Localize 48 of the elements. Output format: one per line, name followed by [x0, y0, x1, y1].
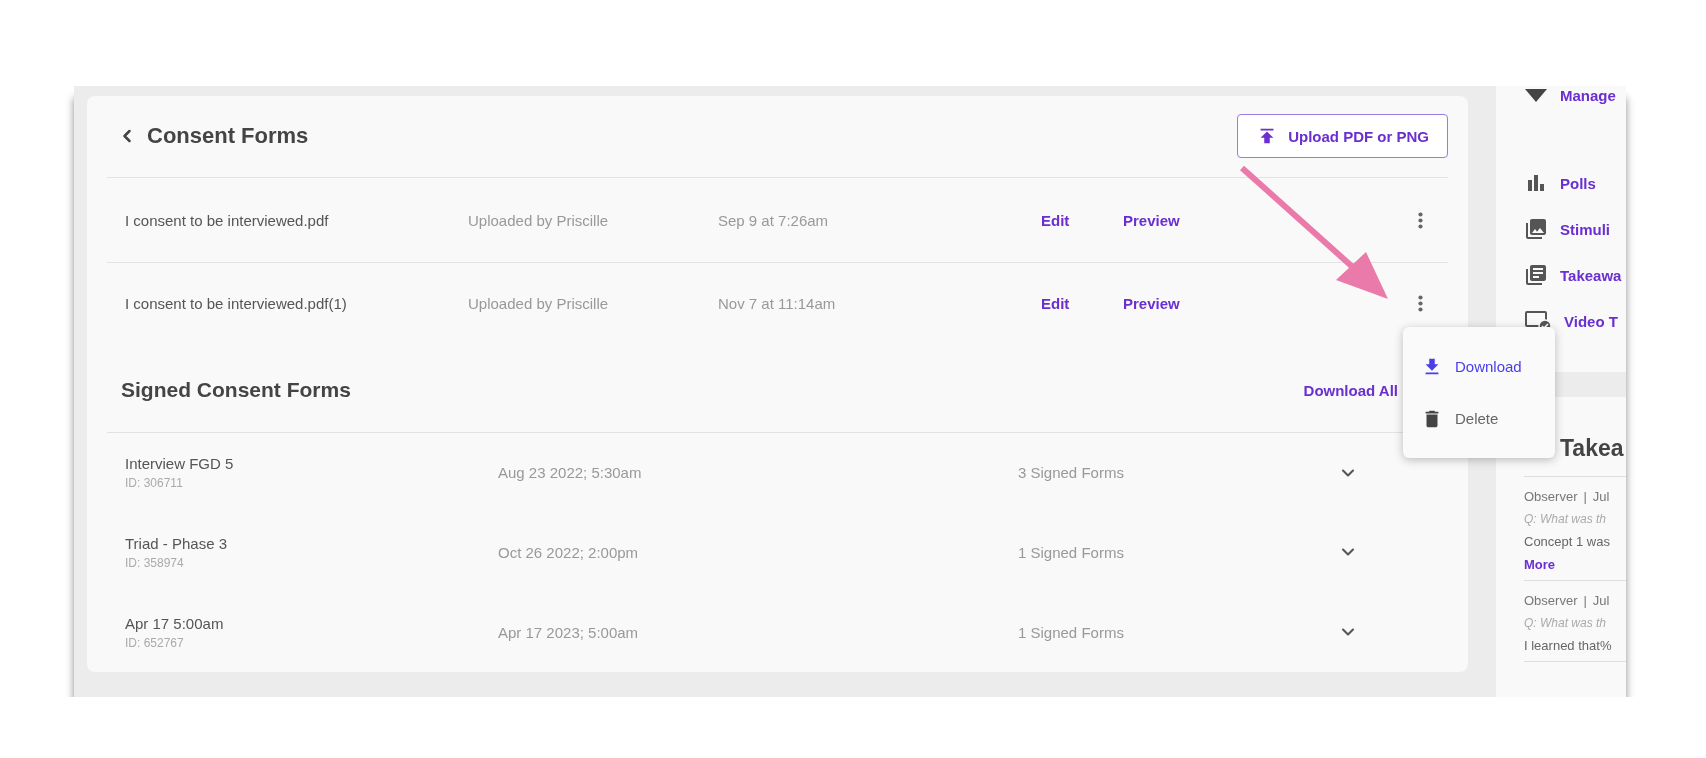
separator-text: |: [1583, 489, 1587, 504]
sidebar-item[interactable]: Takeawa: [1524, 252, 1626, 298]
date-text: Jul: [1592, 489, 1610, 504]
signed-count: 1 Signed Forms: [1018, 623, 1125, 641]
date-text: Jul: [1592, 593, 1610, 608]
author-text: Observer: [1524, 593, 1578, 608]
session-date: Aug 23 2022; 5:30am: [498, 464, 643, 482]
kebab-menu-icon: [1418, 294, 1423, 312]
question-text: Q: What was th: [1524, 616, 1608, 630]
author-text: Observer: [1524, 489, 1578, 504]
image-library-icon: [1524, 217, 1548, 241]
file-name: I consent to be interviewed.pdf(1): [125, 294, 348, 312]
session-name: Triad - Phase 3: [125, 534, 228, 552]
session-id: ID: 306711: [125, 476, 184, 491]
session-id: ID: 652767: [125, 635, 185, 650]
menu-item[interactable]: Download: [1403, 343, 1555, 390]
upload-date: Sep 9 at 7:26am: [718, 211, 830, 229]
edit-link[interactable]: Edit: [1041, 294, 1070, 312]
sidebar-item[interactable]: Stimuli: [1524, 206, 1626, 252]
kebab-menu-icon: [1418, 211, 1423, 229]
takeaway-text: I learned that%: [1524, 638, 1613, 653]
uploader-text: Uploaded by Priscille: [468, 211, 610, 229]
session-date: Apr 17 2023; 5:00am: [498, 623, 640, 641]
separator-text: |: [1583, 593, 1587, 608]
uploader-text: Uploaded by Priscille: [468, 294, 610, 312]
upload-date: Nov 7 at 11:14am: [718, 294, 837, 312]
more-options-button[interactable]: [1418, 294, 1423, 312]
preview-link[interactable]: Preview: [1123, 294, 1180, 312]
document-stack-icon: [1524, 263, 1548, 287]
session-name: Interview FGD 5: [125, 455, 235, 473]
edit-link[interactable]: Edit: [1041, 211, 1070, 229]
download-all-link[interactable]: Download All: [1303, 382, 1398, 399]
takeaway-text: Concept 1 was: [1524, 534, 1611, 549]
signed-count: 3 Signed Forms: [1018, 464, 1125, 482]
signed-count: 1 Signed Forms: [1018, 543, 1125, 561]
upload-button[interactable]: Upload PDF or PNG: [1237, 114, 1448, 159]
question-text: Q: What was th: [1524, 512, 1608, 526]
session-id: ID: 358974: [125, 555, 185, 570]
more-link[interactable]: More: [1524, 557, 1626, 572]
sidebar-item[interactable]: Manage: [1524, 86, 1626, 118]
sidebar-item[interactable]: Polls: [1524, 160, 1626, 206]
more-options-button[interactable]: [1418, 211, 1423, 229]
session-name: Apr 17 5:00am: [125, 614, 225, 632]
preview-link[interactable]: Preview: [1123, 211, 1180, 229]
session-date: Oct 26 2022; 2:00pm: [498, 543, 640, 561]
page-title: Consent Forms: [147, 123, 309, 150]
section-title: Signed Consent Forms: [121, 378, 351, 403]
file-name: I consent to be interviewed.pdf: [125, 211, 330, 229]
